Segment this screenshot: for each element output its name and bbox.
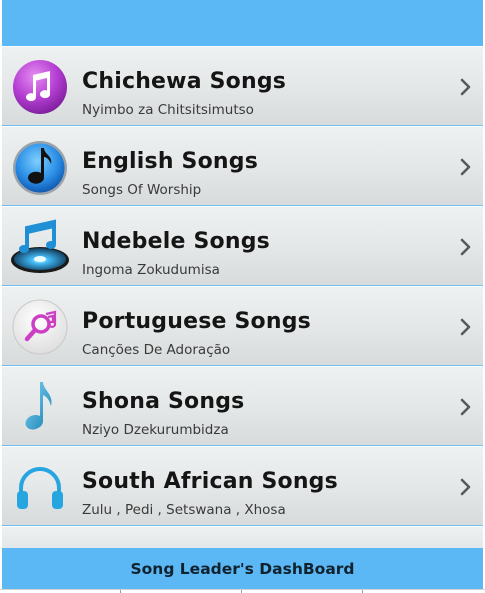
item-title: Portuguese Songs (82, 309, 311, 334)
list-item-shona-songs[interactable]: Shona Songs Nziyo Dzekurumbidza (2, 366, 483, 446)
action-bar (2, 0, 483, 46)
item-title: English Songs (82, 149, 259, 174)
blue-eighth-note-icon (10, 378, 70, 436)
screen: Chichewa Songs Nyimbo za Chitsitsimutso (2, 0, 483, 593)
blue-music-note-icon (10, 138, 70, 196)
chevron-right-icon (460, 478, 471, 496)
dashboard-button[interactable]: Song Leader's DashBoard (2, 548, 483, 589)
list-item-south-african-songs[interactable]: South African Songs Zulu , Pedi , Setswa… (2, 446, 483, 526)
item-subtitle: Nyimbo za Chitsitsimutso (82, 102, 254, 118)
music-search-icon (10, 298, 70, 356)
list-item-chichewa-songs[interactable]: Chichewa Songs Nyimbo za Chitsitsimutso (2, 46, 483, 126)
item-title: Chichewa Songs (82, 69, 287, 94)
chevron-right-icon (460, 158, 471, 176)
list-item-english-songs[interactable]: English Songs Songs Of Worship (2, 126, 483, 206)
music-disc-icon (10, 218, 70, 276)
bottom-edge (0, 589, 485, 593)
app-window: Chichewa Songs Nyimbo za Chitsitsimutso (0, 0, 485, 593)
chevron-right-icon (460, 238, 471, 256)
list-item-portuguese-songs[interactable]: Portuguese Songs Canções De Adoração (2, 286, 483, 366)
purple-music-note-icon (10, 58, 70, 116)
item-subtitle: Ingoma Zokudumisa (82, 262, 220, 278)
item-subtitle: Nziyo Dzekurumbidza (82, 422, 229, 438)
headphones-icon (10, 458, 70, 516)
chevron-right-icon (460, 398, 471, 416)
song-category-list: Chichewa Songs Nyimbo za Chitsitsimutso (2, 46, 483, 577)
item-subtitle: Songs Of Worship (82, 182, 202, 198)
item-subtitle: Zulu , Pedi , Setswana , Xhosa (82, 502, 286, 518)
item-title: Ndebele Songs (82, 229, 270, 254)
list-item-ndebele-songs[interactable]: Ndebele Songs Ingoma Zokudumisa (2, 206, 483, 286)
chevron-right-icon (460, 318, 471, 336)
item-title: South African Songs (82, 469, 338, 494)
item-subtitle: Canções De Adoração (82, 342, 231, 358)
chevron-right-icon (460, 78, 471, 96)
item-title: Shona Songs (82, 389, 245, 414)
